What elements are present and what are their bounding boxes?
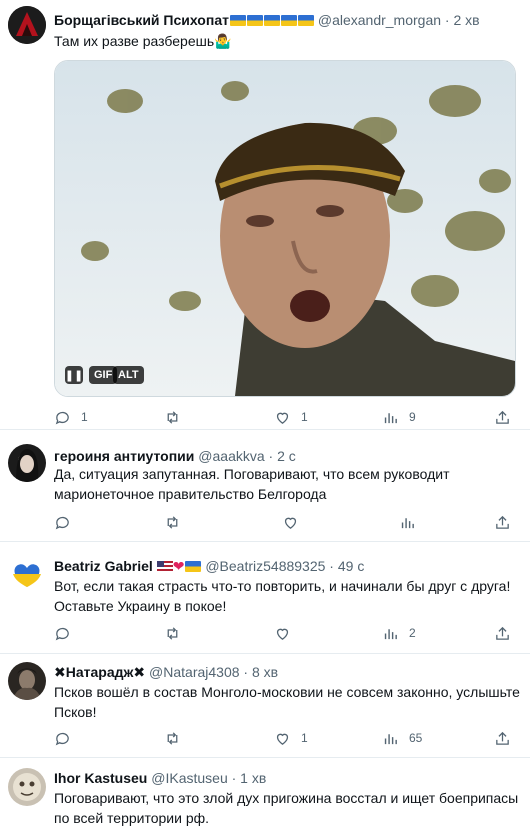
- views-icon: [384, 412, 397, 423]
- tweet-text: Да, ситуация запутанная. Поговаривают, ч…: [54, 466, 450, 502]
- author-name[interactable]: ✖Натарадж✖: [54, 664, 145, 680]
- views-button[interactable]: 2: [382, 623, 416, 643]
- ukraine-flag-icon: [185, 561, 202, 572]
- retweet-button[interactable]: [164, 623, 181, 643]
- tweet-text: Псков вошёл в состав Монголо-московии не…: [54, 684, 520, 720]
- avatar[interactable]: [8, 768, 46, 806]
- gif-media[interactable]: ❚❚ GIF ALT: [54, 60, 516, 397]
- retweet-icon: [167, 410, 178, 424]
- retweet-button[interactable]: [164, 407, 181, 427]
- reply-button[interactable]: [54, 728, 71, 748]
- tweet-text: Поговаривают, что это злой дух пригожина…: [54, 790, 519, 826]
- avatar-image: [8, 6, 46, 44]
- author-name[interactable]: героиня антиутопии: [54, 448, 194, 464]
- heart-icon: [276, 733, 289, 745]
- share-icon: [496, 515, 509, 529]
- author-name[interactable]: Ihor Kastuseu: [54, 770, 147, 786]
- tweet-text: Вот, если такая страсть что-то повторить…: [54, 578, 511, 614]
- author-handle[interactable]: @aaakkva · 2 с: [198, 448, 295, 464]
- reply-icon: [55, 411, 69, 424]
- views-button[interactable]: 65: [382, 728, 422, 748]
- views-button[interactable]: [399, 512, 416, 532]
- author-name[interactable]: Beatriz Gabriel: [54, 558, 153, 574]
- reply-button[interactable]: [54, 512, 71, 532]
- retweet-button[interactable]: [164, 728, 181, 748]
- views-icon: [384, 733, 397, 744]
- reply-button[interactable]: 1: [54, 407, 88, 427]
- usa-flag-icon: [156, 561, 173, 572]
- author-handle[interactable]: @Beatriz54889325 · 49 с: [205, 558, 364, 574]
- view-count: 9: [409, 410, 416, 424]
- author-handle[interactable]: @alexandr_morgan · 2 хв: [318, 12, 480, 28]
- avatar-image: [8, 554, 46, 592]
- views-button[interactable]: 9: [382, 407, 416, 427]
- retweet-icon: [167, 731, 178, 745]
- pause-button[interactable]: ❚❚: [65, 366, 83, 384]
- views-icon: [384, 628, 397, 639]
- share-icon: [496, 626, 509, 640]
- retweet-icon: [167, 515, 178, 529]
- views-icon: [401, 517, 414, 528]
- avatar-image: [8, 662, 46, 700]
- share-button[interactable]: [494, 623, 511, 643]
- like-button[interactable]: [274, 623, 291, 643]
- reply-icon: [55, 627, 69, 640]
- share-icon: [496, 410, 509, 424]
- ukraine-flag-icons: [229, 12, 314, 28]
- avatar[interactable]: [8, 662, 46, 700]
- heart-icon: [276, 628, 289, 640]
- tweet-text: Там их разве разберешь🤷‍♂️: [54, 33, 232, 49]
- avatar-image: [8, 444, 46, 482]
- share-button[interactable]: [494, 728, 511, 748]
- tweet[interactable]: ✖Натарадж✖ @Nataraj4308 · 8 хв Псков вош…: [0, 654, 530, 758]
- red-heart-icon: ❤: [172, 558, 185, 574]
- tweet[interactable]: Beatriz Gabriel ❤ @Beatriz54889325 · 49 …: [0, 542, 530, 654]
- avatar[interactable]: [8, 6, 46, 44]
- like-button[interactable]: 1: [274, 728, 308, 748]
- avatar-image: [8, 768, 46, 806]
- share-icon: [496, 731, 509, 745]
- heart-icon: [276, 412, 289, 424]
- avatar[interactable]: [8, 444, 46, 482]
- reply-icon: [55, 516, 69, 529]
- alt-button[interactable]: ALT: [113, 366, 144, 384]
- retweet-icon: [167, 626, 178, 640]
- reply-button[interactable]: [54, 623, 71, 643]
- like-count: 1: [301, 731, 308, 745]
- heart-icon: [284, 517, 297, 529]
- author-handle[interactable]: @Nataraj4308 · 8 хв: [149, 664, 278, 680]
- avatar[interactable]: [8, 554, 46, 592]
- reply-count: 1: [81, 410, 88, 424]
- like-count: 1: [301, 410, 308, 424]
- view-count: 2: [409, 626, 416, 640]
- author-handle[interactable]: @IKastuseu · 1 хв: [151, 770, 266, 786]
- share-button[interactable]: [494, 512, 511, 532]
- retweet-button[interactable]: [164, 512, 181, 532]
- tweet[interactable]: героиня антиутопии @aaakkva · 2 с Да, си…: [0, 430, 530, 542]
- tweet[interactable]: Борщагівський Психопат @alexandr_morgan …: [0, 0, 530, 430]
- view-count: 65: [409, 731, 423, 745]
- like-button[interactable]: [282, 512, 299, 532]
- author-name[interactable]: Борщагівський Психопат: [54, 12, 229, 28]
- gif-frame: [55, 61, 515, 396]
- like-button[interactable]: 1: [274, 407, 308, 427]
- reply-icon: [55, 732, 69, 745]
- tweet[interactable]: Ihor Kastuseu @IKastuseu · 1 хв Поговари…: [0, 758, 530, 838]
- share-button[interactable]: [494, 407, 511, 427]
